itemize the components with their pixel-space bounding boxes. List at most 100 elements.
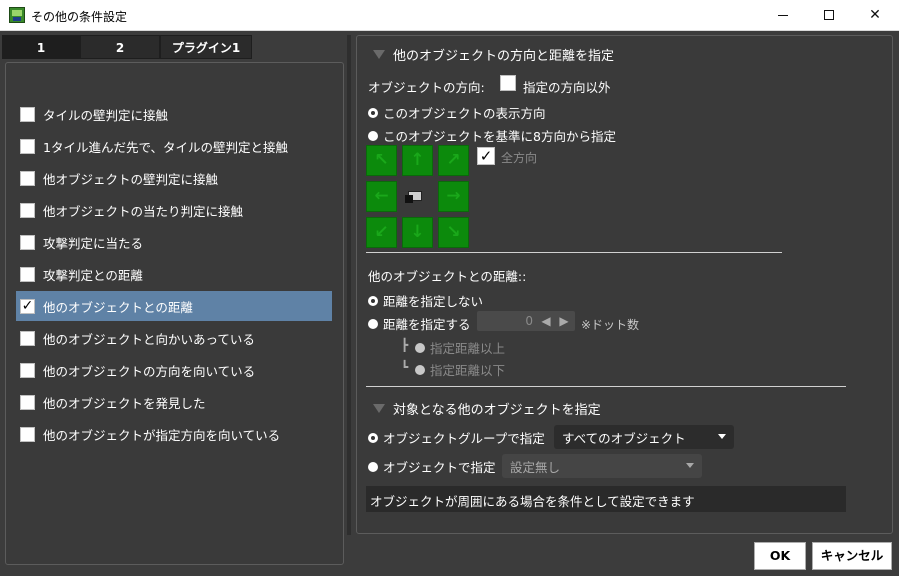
radio-no-distance[interactable]: 距離を指定しない bbox=[368, 291, 483, 310]
maximize-icon bbox=[824, 10, 834, 20]
object-group-select[interactable]: すべてのオブジェクト bbox=[554, 425, 734, 449]
radio-dot bbox=[368, 295, 378, 306]
condition-checkbox-checked[interactable]: ✓ bbox=[20, 298, 35, 314]
condition-item[interactable]: 他のオブジェクトを発見した bbox=[16, 387, 332, 417]
tab-1[interactable]: 1 bbox=[2, 35, 80, 59]
maximize-button[interactable] bbox=[806, 0, 852, 31]
tree-branch-icon: ┣ bbox=[401, 338, 409, 352]
arrow-down-right-icon: ↘ bbox=[446, 222, 461, 242]
section-title: 他のオブジェクトの方向と距離を指定 bbox=[393, 49, 615, 64]
condition-list: タイルの壁判定に接触 1タイル進んだ先で、タイルの壁判定と接触 他オブジェクトの… bbox=[5, 62, 344, 565]
condition-label: 他のオブジェクトと向かいあっている bbox=[43, 331, 255, 347]
condition-item[interactable]: 攻撃判定との距離 bbox=[16, 259, 332, 289]
direction-up-left-button[interactable]: ↖ bbox=[366, 145, 397, 176]
condition-checkbox[interactable] bbox=[20, 426, 35, 442]
condition-item[interactable]: 他のオブジェクトが指定方向を向いている bbox=[16, 419, 332, 449]
condition-item[interactable]: タイルの壁判定に接触 bbox=[16, 99, 332, 129]
title-bar: その他の条件設定 ✕ bbox=[0, 0, 899, 31]
condition-label: 攻撃判定との距離 bbox=[43, 267, 143, 283]
radio-object[interactable]: オブジェクトで指定 bbox=[368, 457, 496, 476]
condition-checkbox[interactable] bbox=[20, 330, 35, 346]
object-select[interactable]: 設定無し bbox=[502, 454, 702, 478]
arrow-down-icon: ↓ bbox=[410, 222, 425, 242]
direction-label: オブジェクトの方向: bbox=[368, 80, 485, 95]
radio-set-distance[interactable]: 距離を指定する bbox=[368, 314, 471, 333]
direction-down-left-button[interactable]: ↙ bbox=[366, 217, 397, 248]
condition-item-selected[interactable]: ✓ 他のオブジェクトとの距離 bbox=[16, 291, 332, 321]
except-direction-checkbox[interactable] bbox=[500, 75, 516, 91]
direction-down-button[interactable]: ↓ bbox=[402, 217, 433, 248]
except-direction-label: 指定の方向以外 bbox=[523, 80, 611, 95]
radio-display-direction[interactable]: このオブジェクトの表示方向 bbox=[368, 103, 546, 122]
divider bbox=[366, 386, 846, 387]
radio-object-group[interactable]: オブジェクトグループで指定 bbox=[368, 428, 545, 447]
arrow-down-left-icon: ↙ bbox=[374, 222, 389, 242]
window-title: その他の条件設定 bbox=[31, 10, 128, 24]
close-button[interactable]: ✕ bbox=[852, 0, 898, 31]
chevron-down-icon bbox=[718, 434, 726, 439]
condition-label: 他オブジェクトの壁判定に接触 bbox=[43, 171, 219, 187]
condition-checkbox[interactable] bbox=[20, 234, 35, 250]
radio-below-distance[interactable]: 指定距離以下 bbox=[415, 360, 505, 379]
tab-plugin-1[interactable]: プラグイン1 bbox=[160, 35, 252, 59]
condition-item[interactable]: 他のオブジェクトと向かいあっている bbox=[16, 323, 332, 353]
direction-up-button[interactable]: ↑ bbox=[402, 145, 433, 176]
condition-checkbox[interactable] bbox=[20, 138, 35, 154]
description-box: オブジェクトが周囲にある場合を条件として設定できます bbox=[366, 486, 846, 512]
arrow-left-icon: ← bbox=[374, 186, 389, 206]
condition-label: タイルの壁判定に接触 bbox=[43, 107, 169, 123]
radio-dot bbox=[415, 364, 425, 375]
direction-section-header[interactable]: 他のオブジェクトの方向と距離を指定 bbox=[373, 45, 614, 64]
condition-item[interactable]: 他のオブジェクトの方向を向いている bbox=[16, 355, 332, 385]
distance-label: 他のオブジェクトとの距離:: bbox=[368, 269, 527, 284]
condition-label: 攻撃判定に当たる bbox=[43, 235, 144, 251]
minimize-icon bbox=[778, 14, 788, 16]
panel-splitter[interactable] bbox=[347, 35, 351, 535]
minimize-button[interactable] bbox=[760, 0, 806, 31]
condition-item[interactable]: 他オブジェクトの壁判定に接触 bbox=[16, 163, 332, 193]
condition-label: 他オブジェクトの当たり判定に接触 bbox=[43, 203, 244, 219]
cancel-button[interactable]: キャンセル bbox=[812, 542, 892, 570]
condition-checkbox[interactable] bbox=[20, 266, 35, 282]
target-section-header[interactable]: 対象となる他のオブジェクトを指定 bbox=[373, 399, 601, 418]
radio-dot bbox=[368, 318, 378, 329]
condition-item[interactable]: 1タイル進んだ先で、タイルの壁判定と接触 bbox=[16, 131, 332, 161]
decrement-icon[interactable]: ◀ bbox=[537, 314, 555, 328]
settings-panel: 他のオブジェクトの方向と距離を指定 オブジェクトの方向: 指定の方向以外 このオ… bbox=[356, 35, 893, 534]
radio-label: オブジェクトグループで指定 bbox=[383, 431, 545, 446]
condition-checkbox[interactable] bbox=[20, 202, 35, 218]
all-directions-checkbox[interactable]: ✓ bbox=[477, 147, 495, 165]
condition-checkbox[interactable] bbox=[20, 362, 35, 378]
chevron-down-icon bbox=[686, 463, 694, 468]
close-icon: ✕ bbox=[869, 7, 881, 23]
condition-checkbox[interactable] bbox=[20, 170, 35, 186]
condition-label: 他のオブジェクトが指定方向を向いている bbox=[43, 427, 281, 443]
radio-label: このオブジェクトの表示方向 bbox=[383, 106, 546, 121]
radio-label: オブジェクトで指定 bbox=[383, 460, 496, 475]
direction-grid: ↖ ↑ ↗ ← → ↙ ↓ ↘ bbox=[366, 145, 474, 253]
all-directions-label: 全方向 bbox=[501, 151, 538, 165]
radio-dot bbox=[368, 130, 378, 141]
select-value: すべてのオブジェクト bbox=[562, 430, 686, 446]
condition-label: 他のオブジェクトの方向を向いている bbox=[43, 363, 256, 379]
object-camera-icon bbox=[404, 187, 426, 207]
tab-2[interactable]: 2 bbox=[80, 35, 160, 59]
radio-above-distance[interactable]: 指定距離以上 bbox=[415, 338, 505, 357]
condition-item[interactable]: 攻撃判定に当たる bbox=[16, 227, 332, 257]
direction-right-button[interactable]: → bbox=[438, 181, 469, 212]
condition-item[interactable]: 他オブジェクトの当たり判定に接触 bbox=[16, 195, 332, 225]
arrow-up-icon: ↑ bbox=[410, 150, 425, 170]
app-icon bbox=[9, 7, 25, 23]
distance-stepper[interactable]: 0 ◀ ▶ bbox=[477, 311, 575, 331]
section-title: 対象となる他のオブジェクトを指定 bbox=[393, 403, 601, 418]
condition-checkbox[interactable] bbox=[20, 394, 35, 410]
direction-down-right-button[interactable]: ↘ bbox=[438, 217, 469, 248]
condition-checkbox[interactable] bbox=[20, 106, 35, 122]
ok-button[interactable]: OK bbox=[754, 542, 806, 570]
radio-dot bbox=[368, 461, 378, 472]
radio-8-directions[interactable]: このオブジェクトを基準に8方向から指定 bbox=[368, 126, 616, 145]
radio-label: 距離を指定しない bbox=[383, 294, 484, 309]
direction-left-button[interactable]: ← bbox=[366, 181, 397, 212]
direction-up-right-button[interactable]: ↗ bbox=[438, 145, 469, 176]
increment-icon[interactable]: ▶ bbox=[555, 314, 573, 328]
